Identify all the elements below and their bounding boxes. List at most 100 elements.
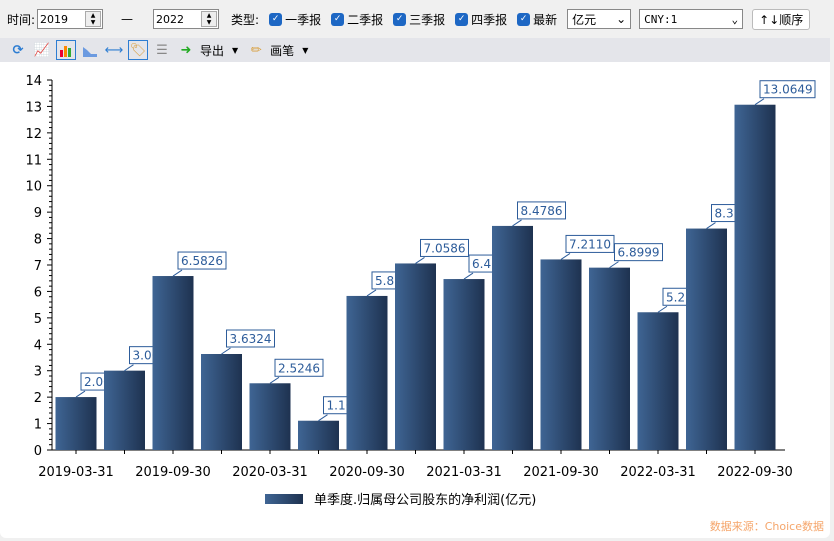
- start-year-spinner[interactable]: 2019 ▲ ▼: [37, 9, 104, 29]
- chart-area: 012345678910111213142.00283.00236.58263.…: [0, 62, 830, 538]
- spinner-arrows-icon[interactable]: ▲ ▼: [201, 11, 218, 27]
- label-leader: [609, 261, 619, 269]
- x-tick-label: 2020-09-30: [329, 465, 405, 480]
- label-leader: [366, 289, 377, 297]
- legend-label[interactable]: 单季度.归属母公司股东的净利润(亿元): [314, 492, 536, 508]
- label-leader: [463, 272, 474, 280]
- y-tick-label: 2: [34, 391, 42, 406]
- y-tick-label: 11: [25, 153, 42, 168]
- label-leader: [657, 305, 668, 313]
- bar[interactable]: [201, 354, 242, 450]
- bar[interactable]: [298, 420, 339, 450]
- x-tick-label: 2019-09-30: [135, 465, 211, 480]
- area-chart-icon[interactable]: [80, 40, 100, 60]
- label-leader: [124, 364, 134, 372]
- line-chart-icon[interactable]: 📈: [32, 40, 52, 60]
- checkmark-icon[interactable]: ✓: [393, 13, 407, 26]
- bar[interactable]: [55, 397, 97, 450]
- y-tick-label: 12: [25, 127, 42, 142]
- x-tick-label: 2021-03-31: [426, 465, 502, 480]
- legend-swatch: [265, 494, 303, 504]
- pen-button[interactable]: 画笔: [270, 42, 294, 59]
- bar-chart-icon[interactable]: [56, 40, 76, 60]
- spinner-arrows-icon[interactable]: ▲ ▼: [85, 11, 102, 27]
- data-label: 6.5826: [181, 254, 223, 268]
- label-leader: [415, 257, 425, 264]
- data-label: 8.4786: [521, 204, 563, 218]
- label-leader: [221, 347, 231, 355]
- order-button[interactable]: ↑↓顺序: [752, 8, 811, 30]
- data-source: 数据来源：Choice数据: [709, 520, 824, 533]
- export-icon[interactable]: ➜: [176, 40, 196, 60]
- y-tick-label: 0: [34, 444, 42, 459]
- x-tick-label: 2022-09-30: [717, 465, 793, 480]
- currency-select[interactable]: CNY:1 ⌄: [639, 9, 744, 29]
- x-tick-label: 2019-03-31: [38, 465, 114, 480]
- checkbox-3[interactable]: ✓ 四季报: [455, 11, 507, 28]
- bar[interactable]: [734, 104, 776, 451]
- checkbox-4[interactable]: ✓ 最新: [517, 11, 557, 28]
- label-leader: [75, 390, 86, 398]
- data-label: 2.5246: [278, 361, 320, 375]
- x-tick-label: 2021-09-30: [523, 465, 599, 480]
- bar[interactable]: [686, 228, 727, 450]
- bar[interactable]: [395, 263, 436, 450]
- pen-dropdown-icon[interactable]: ▼: [302, 46, 308, 55]
- currency-value: CNY:1: [644, 12, 678, 26]
- checkbox-label: 一季报: [285, 13, 322, 27]
- y-tick-label: 14: [25, 74, 42, 89]
- export-dropdown-icon[interactable]: ▼: [232, 46, 238, 55]
- x-tick-label: 2022-03-31: [620, 465, 696, 480]
- x-tick-label: 2020-03-31: [232, 465, 308, 480]
- checkbox-1[interactable]: ✓ 二季报: [331, 11, 383, 28]
- checkmark-icon[interactable]: ✓: [455, 13, 469, 26]
- label-leader: [318, 414, 328, 422]
- y-tick-label: 10: [25, 180, 42, 195]
- y-tick-label: 13: [25, 100, 42, 115]
- checkbox-0[interactable]: ✓ 一季报: [269, 11, 321, 28]
- bar[interactable]: [492, 225, 533, 450]
- filter-bar: 时间: 2019 ▲ ▼ — 2022 ▲ ▼ 类型: ✓ 一季报 ✓ 二季报 ✓ 三季报 ✓ 四季报…: [0, 0, 834, 38]
- y-tick-label: 9: [34, 206, 42, 221]
- time-label: 时间:: [7, 12, 36, 27]
- checkbox-label: 最新: [533, 13, 558, 27]
- bar[interactable]: [152, 276, 194, 450]
- data-label: 7.2110: [569, 237, 611, 251]
- data-label: 6.8999: [618, 246, 660, 260]
- y-tick-label: 3: [34, 365, 42, 380]
- checkmark-icon[interactable]: ✓: [269, 13, 283, 26]
- export-button[interactable]: 导出: [200, 42, 224, 59]
- type-label: 类型:: [231, 12, 260, 27]
- bar[interactable]: [104, 370, 145, 450]
- checkbox-label: 三季报: [409, 13, 446, 27]
- unit-value: 亿元: [572, 12, 597, 27]
- bar[interactable]: [637, 312, 679, 450]
- bar[interactable]: [443, 279, 485, 450]
- label-leader: [269, 376, 280, 384]
- unit-select[interactable]: 亿元 ⌄: [567, 9, 632, 29]
- label-leader: [560, 253, 571, 260]
- pencil-icon[interactable]: ✏: [246, 40, 266, 60]
- checkbox-2[interactable]: ✓ 三季报: [393, 11, 445, 28]
- y-tick-label: 5: [34, 312, 42, 327]
- refresh-icon[interactable]: ⟳: [8, 40, 28, 60]
- end-year-spinner[interactable]: 2022 ▲ ▼: [153, 9, 220, 29]
- label-leader: [512, 219, 522, 227]
- bar[interactable]: [589, 267, 630, 450]
- bar[interactable]: [540, 259, 582, 450]
- list-icon[interactable]: ☰: [152, 40, 172, 60]
- tag-icon[interactable]: 🏷: [128, 40, 148, 60]
- y-tick-label: 8: [34, 233, 42, 248]
- data-label: 13.0649: [763, 83, 813, 97]
- checkmark-icon[interactable]: ✓: [517, 13, 531, 26]
- data-label: 7.0586: [424, 241, 466, 255]
- y-tick-label: 6: [34, 285, 42, 300]
- checkmark-icon[interactable]: ✓: [331, 13, 345, 26]
- bar[interactable]: [249, 383, 291, 450]
- resize-arrows-icon[interactable]: ⟷: [104, 40, 124, 60]
- chart-toolbar: ⟳ 📈 ⟷ 🏷 ☰ ➜ 导出 ▼ ✏ 画笔 ▼: [0, 38, 830, 62]
- start-year-value: 2019: [40, 12, 69, 26]
- bar[interactable]: [346, 295, 388, 450]
- chevron-down-icon: ⌄: [731, 12, 739, 26]
- label-leader: [706, 222, 716, 229]
